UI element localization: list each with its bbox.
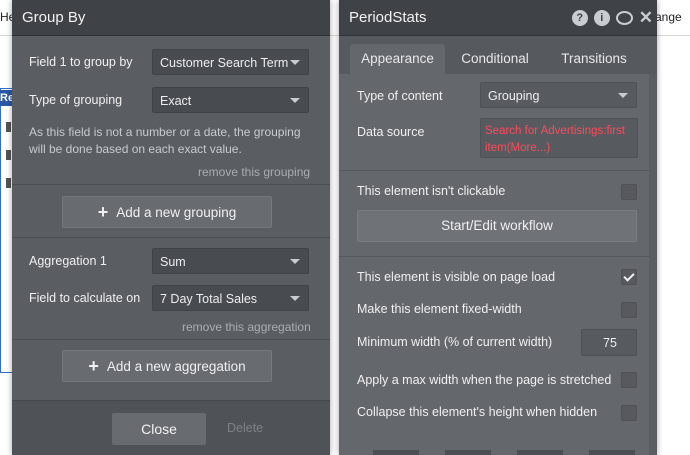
max-width-label: Apply a max width when the page is stret… xyxy=(357,373,612,387)
tab-appearance[interactable]: Appearance xyxy=(350,44,445,74)
partial-control xyxy=(517,450,563,455)
content-type-label: Type of content xyxy=(357,89,443,103)
plus-icon: + xyxy=(88,356,99,376)
min-width-input[interactable]: 75 xyxy=(581,329,637,356)
background-mark xyxy=(6,178,11,188)
tabs-bar: Appearance Conditional Transitions xyxy=(339,36,657,74)
add-aggregation-button[interactable]: + Add a new aggregation xyxy=(62,350,272,382)
field1-value: Customer Search Term xyxy=(160,56,289,70)
chevron-down-icon xyxy=(290,296,300,301)
add-aggregation-label: Add a new aggregation xyxy=(106,359,246,374)
background-mark xyxy=(6,150,11,160)
chevron-down-icon xyxy=(618,93,628,98)
collapse-checkbox[interactable] xyxy=(621,405,637,421)
content-type-dropdown[interactable]: Grouping xyxy=(480,82,637,108)
grouping-note: As this field is not a number or a date,… xyxy=(29,125,301,156)
partial-control xyxy=(589,450,635,455)
group-by-dialog: Group By Field 1 to group by Customer Se… xyxy=(12,0,330,455)
question-icon[interactable]: ? xyxy=(571,10,588,26)
background-element-label: Re xyxy=(0,90,12,106)
aggregation-dropdown[interactable]: Sum xyxy=(152,248,309,274)
add-grouping-button[interactable]: + Add a new grouping xyxy=(62,196,272,228)
field1-label: Field 1 to group by xyxy=(29,55,133,69)
remove-aggregation-link[interactable]: remove this aggregation xyxy=(182,320,311,334)
divider xyxy=(339,170,649,171)
visible-label: This element is visible on page load xyxy=(357,270,556,284)
calc-field-label: Field to calculate on xyxy=(29,291,141,305)
not-clickable-checkbox[interactable] xyxy=(621,184,637,200)
visible-checkbox[interactable] xyxy=(621,269,637,285)
chevron-down-icon xyxy=(290,259,300,264)
element-name: PeriodStats xyxy=(349,9,427,26)
group-by-footer: Close Delete xyxy=(12,400,330,455)
tab-conditional[interactable]: Conditional xyxy=(451,44,539,74)
close-icon[interactable]: ✕ xyxy=(639,9,653,26)
remove-grouping-link[interactable]: remove this grouping xyxy=(198,165,310,179)
field1-dropdown[interactable]: Customer Search Term xyxy=(152,49,309,75)
not-clickable-label: This element isn't clickable xyxy=(357,184,506,198)
fixed-width-checkbox[interactable] xyxy=(621,302,637,318)
chevron-down-icon xyxy=(290,98,300,103)
divider xyxy=(339,256,649,257)
add-grouping-label: Add a new grouping xyxy=(116,205,237,220)
scrollbar[interactable] xyxy=(649,74,657,455)
datasource-field[interactable]: Search for Advertisings:first item(More.… xyxy=(480,118,638,158)
close-button[interactable]: Close xyxy=(112,413,206,445)
property-editor-header: PeriodStats ? i ✕ xyxy=(339,0,657,36)
collapse-label: Collapse this element's height when hidd… xyxy=(357,405,598,419)
chevron-down-icon xyxy=(290,60,300,65)
datasource-label: Data source xyxy=(357,125,425,139)
min-width-label: Minimum width (% of current width) xyxy=(357,335,553,349)
comment-icon[interactable] xyxy=(615,11,633,25)
group-by-body: Field 1 to group by Customer Search Term… xyxy=(12,36,330,400)
header-icons: ? i ✕ xyxy=(571,9,653,26)
max-width-checkbox[interactable] xyxy=(621,372,637,388)
background-mark xyxy=(6,122,11,132)
plus-icon: + xyxy=(97,202,109,222)
divider xyxy=(12,339,330,340)
grouping-type-dropdown[interactable]: Exact xyxy=(152,87,309,113)
tab-transitions[interactable]: Transitions xyxy=(549,44,639,74)
delete-button: Delete xyxy=(227,421,264,435)
divider xyxy=(12,237,330,238)
content-type-value: Grouping xyxy=(488,89,540,103)
calc-field-dropdown[interactable]: 7 Day Total Sales xyxy=(152,285,309,311)
aggregation-label: Aggregation 1 xyxy=(29,254,107,268)
partial-control xyxy=(445,450,491,455)
workflow-button[interactable]: Start/Edit workflow xyxy=(357,210,637,242)
grouping-type-value: Exact xyxy=(160,94,192,108)
calc-field-value: 7 Day Total Sales xyxy=(160,292,258,306)
divider xyxy=(12,184,330,185)
fixed-width-label: Make this element fixed-width xyxy=(357,302,522,316)
grouping-type-label: Type of grouping xyxy=(29,93,123,107)
group-by-header: Group By xyxy=(12,0,330,36)
group-by-title: Group By xyxy=(22,9,86,26)
aggregation-value: Sum xyxy=(160,255,186,269)
partial-control xyxy=(373,450,419,455)
property-editor: PeriodStats ? i ✕ Appearance Conditional… xyxy=(339,0,657,455)
info-icon[interactable]: i xyxy=(593,10,610,26)
